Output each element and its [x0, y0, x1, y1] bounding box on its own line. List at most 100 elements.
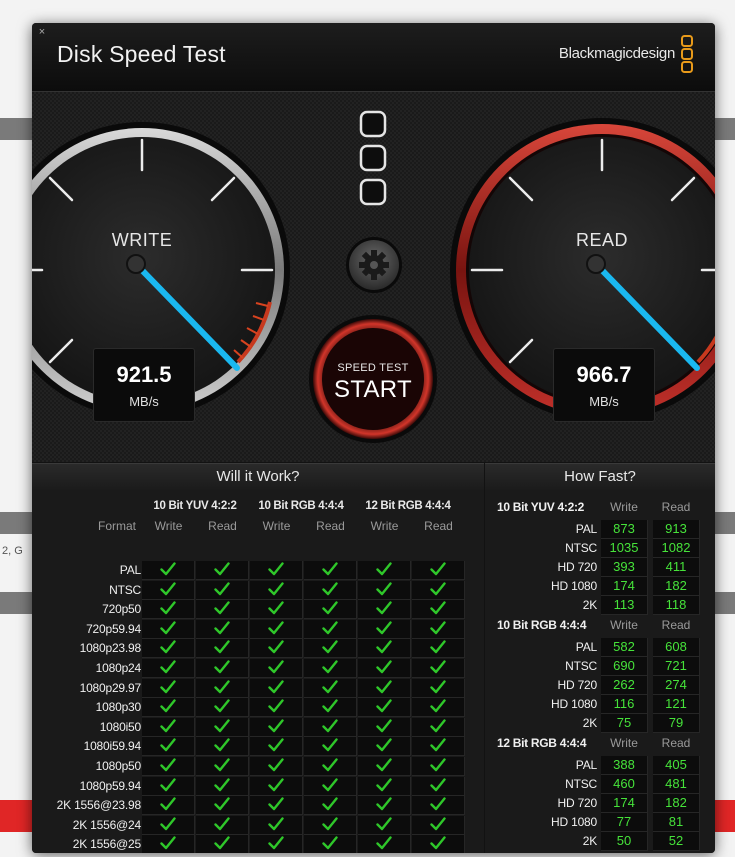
check-icon — [376, 621, 392, 634]
table-row: 1080i50 — [32, 717, 465, 737]
check-icon — [214, 581, 230, 595]
check-icon — [160, 758, 176, 772]
check-icon — [322, 699, 338, 713]
support-cell — [196, 580, 249, 600]
check-icon — [322, 758, 338, 772]
check-icon — [214, 777, 230, 791]
table-row: HD 1080 116 121 — [485, 695, 715, 714]
table-row: NTSC — [32, 580, 465, 600]
start-button-small-label: SPEED TEST — [337, 362, 409, 374]
support-cell — [358, 619, 411, 639]
read-column-label: Read — [424, 519, 453, 533]
read-speed-value: 966.7 — [576, 362, 632, 387]
check-icon — [376, 738, 392, 752]
format-name: 1080p29.97 — [79, 680, 142, 695]
support-cell — [412, 757, 465, 776]
read-fps-value: 721 — [653, 657, 700, 676]
support-cell — [250, 619, 303, 639]
support-cell — [250, 659, 303, 678]
support-cell — [412, 717, 465, 737]
resolution-label: 2K — [582, 834, 597, 848]
support-cell — [358, 698, 411, 718]
check-icon — [160, 640, 176, 654]
table-row: 2K 50 52 — [485, 832, 715, 851]
write-column-label: Write — [262, 519, 291, 533]
support-cell — [412, 698, 465, 718]
resolution-label: NTSC — [565, 541, 597, 555]
write-column-label: Write — [610, 736, 638, 750]
read-fps-value: 79 — [653, 714, 700, 733]
disk-speed-test-window: × Disk Speed Test Blackmagicdesign WRITE… — [32, 23, 715, 853]
support-cell — [412, 580, 465, 600]
resolution-label: PAL — [575, 640, 597, 654]
check-icon — [214, 836, 230, 850]
how-fast-header: How Fast? — [485, 463, 715, 491]
will-it-work-header: Will it Work? — [32, 463, 484, 491]
check-icon — [376, 601, 392, 615]
check-icon — [430, 601, 446, 615]
support-cell — [250, 815, 303, 835]
check-icon — [376, 797, 392, 811]
check-icon — [268, 660, 284, 674]
support-cell — [142, 659, 195, 678]
support-cell — [412, 737, 465, 757]
format-column-label: Format — [97, 519, 136, 533]
support-cell — [196, 619, 249, 639]
support-cell — [250, 698, 303, 718]
check-icon — [430, 581, 446, 595]
support-cell — [304, 659, 357, 678]
table-row: 720p50 — [32, 600, 465, 620]
table-row: 2K 1556@23.98 — [32, 796, 465, 816]
support-cell — [142, 561, 195, 580]
support-cell — [358, 678, 411, 698]
table-row: HD 1080 174 182 — [485, 577, 715, 596]
support-cell — [358, 835, 411, 853]
support-cell — [304, 796, 357, 816]
support-cell — [250, 835, 303, 853]
read-column-label: Read — [661, 618, 691, 632]
format-name: 1080p23.98 — [79, 641, 142, 656]
support-cell — [358, 639, 411, 659]
check-icon — [322, 836, 338, 850]
check-icon — [214, 679, 230, 693]
write-fps-value: 690 — [601, 657, 648, 676]
check-icon — [322, 601, 338, 615]
check-icon — [268, 679, 284, 693]
support-cell — [412, 561, 465, 580]
write-fps-value: 113 — [601, 596, 648, 615]
support-cell — [412, 659, 465, 678]
write-speed-unit: MB/s — [129, 394, 159, 409]
support-cell — [250, 796, 303, 816]
check-icon — [322, 562, 338, 576]
support-cell — [412, 619, 465, 639]
support-cell — [412, 639, 465, 659]
check-icon — [268, 758, 284, 772]
check-icon — [160, 777, 176, 791]
check-icon — [322, 719, 338, 732]
format-name: 2K 1556@23.98 — [56, 798, 142, 813]
check-icon — [376, 581, 392, 595]
support-cell — [304, 600, 357, 620]
table-row: NTSC 460 481 — [485, 775, 715, 794]
support-cell — [142, 815, 195, 835]
check-icon — [322, 621, 338, 634]
support-cell — [196, 796, 249, 816]
check-icon — [376, 817, 392, 830]
check-icon — [376, 640, 392, 654]
format-name: 2K 1556@25 — [72, 837, 141, 852]
write-fps-value: 174 — [601, 794, 648, 813]
support-cell — [412, 776, 465, 796]
check-icon — [160, 601, 176, 615]
support-cell — [196, 600, 249, 620]
support-cell — [196, 737, 249, 757]
settings-button[interactable] — [347, 238, 401, 292]
read-fps-value: 608 — [653, 638, 700, 657]
support-cell — [250, 561, 303, 580]
close-button[interactable]: × — [36, 26, 48, 38]
table-row: HD 720 262 274 — [485, 676, 715, 695]
write-fps-value: 460 — [601, 775, 648, 794]
read-fps-value: 913 — [653, 520, 700, 539]
table-row: 2K 113 118 — [485, 596, 715, 615]
check-icon — [214, 699, 230, 713]
speed-test-start-button[interactable]: SPEED TEST START — [314, 320, 432, 438]
